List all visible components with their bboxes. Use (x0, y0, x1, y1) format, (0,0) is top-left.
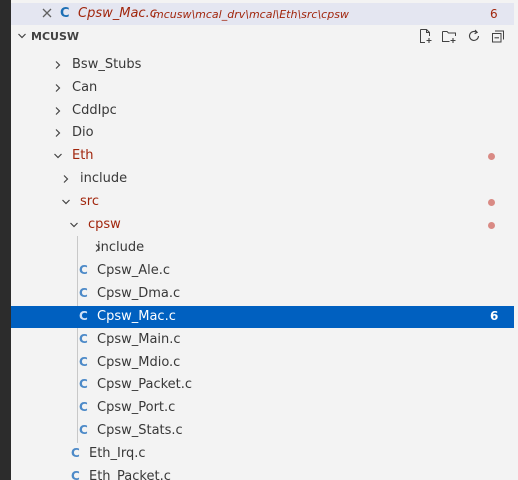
section-title: MCUSW (31, 30, 80, 43)
tree-folder-eth[interactable]: Eth (11, 145, 514, 167)
explorer-section-header[interactable]: MCUSW (11, 25, 514, 47)
c-file-icon: C (71, 446, 80, 460)
tree-folder-eth-include[interactable]: include (11, 168, 514, 190)
tree-item-label: Eth (72, 148, 94, 163)
tree-item-label: CddIpc (72, 103, 117, 118)
c-file-icon: C (71, 469, 80, 480)
c-file-icon: C (79, 423, 88, 437)
tree-file-cpsw-mdio[interactable]: C Cpsw_Mdio.c (11, 352, 514, 374)
tree-folder-cddipc[interactable]: CddIpc (11, 100, 514, 122)
activity-bar-edge (0, 0, 11, 480)
c-file-icon: C (79, 400, 88, 414)
tree-item-label: include (97, 240, 145, 255)
tree-item-label: Cpsw_Mac.c (97, 309, 176, 324)
close-icon[interactable] (39, 5, 55, 21)
chevron-down-icon (18, 33, 26, 39)
tree-item-label: Eth_Packet.c (89, 469, 171, 480)
tree-item-label: Bsw_Stubs (72, 57, 142, 72)
tree-file-cpsw-main[interactable]: C Cpsw_Main.c (11, 329, 514, 351)
tree-folder-src[interactable]: src (11, 191, 514, 213)
error-dot (488, 153, 495, 160)
c-file-icon: C (79, 355, 88, 369)
chevron-right-icon (55, 61, 61, 69)
chevron-down-icon (70, 222, 78, 228)
tree-folder-dio[interactable]: Dio (11, 122, 514, 144)
open-editor-filename: Cpsw_Mac.c (78, 6, 157, 21)
tree-item-label: cpsw (88, 217, 121, 232)
chevron-down-icon (54, 153, 62, 159)
tree-file-cpsw-ale[interactable]: C Cpsw_Ale.c (11, 260, 514, 282)
problems-count-badge: 6 (490, 7, 498, 21)
tree-file-eth-packet[interactable]: C Eth_Packet.c (11, 466, 514, 480)
problems-count-badge: 6 (490, 309, 499, 323)
chevron-down-icon (62, 199, 70, 205)
c-file-icon: C (60, 6, 70, 21)
tree-file-cpsw-mac[interactable]: C Cpsw_Mac.c 6 (11, 306, 514, 328)
chevron-right-icon (55, 129, 61, 137)
tree-folder-cpsw[interactable]: cpsw (11, 214, 514, 236)
new-file-icon[interactable] (417, 28, 433, 44)
scrollbar-track[interactable] (514, 0, 518, 480)
tree-item-label: Cpsw_Dma.c (97, 286, 181, 301)
tree-item-label: src (80, 194, 99, 209)
tree-file-cpsw-port[interactable]: C Cpsw_Port.c (11, 397, 514, 419)
refresh-icon[interactable] (466, 28, 482, 44)
new-folder-icon[interactable] (441, 28, 457, 44)
tree-folder-can[interactable]: Can (11, 77, 514, 99)
tree-item-label: Eth_Irq.c (89, 446, 146, 461)
c-file-icon: C (79, 286, 88, 300)
explorer-panel: C Cpsw_Mac.c mcusw\mcal_drv\mcal\Eth\src… (11, 0, 514, 480)
tree-item-label: Cpsw_Ale.c (97, 263, 171, 278)
tree-file-cpsw-stats[interactable]: C Cpsw_Stats.c (11, 420, 514, 442)
chevron-right-icon (55, 107, 61, 115)
tree-file-eth-irq[interactable]: C Eth_Irq.c (11, 443, 514, 465)
chevron-right-icon (63, 175, 69, 183)
tree-item-label: Cpsw_Port.c (97, 400, 176, 415)
tree-item-label: Cpsw_Stats.c (97, 423, 183, 438)
error-dot (488, 199, 495, 206)
open-editor-item[interactable]: C Cpsw_Mac.c mcusw\mcal_drv\mcal\Eth\src… (11, 3, 514, 25)
tree-item-label: Cpsw_Mdio.c (97, 355, 181, 370)
c-file-icon: C (79, 309, 88, 323)
tree-folder-cpsw-include[interactable]: include (11, 237, 514, 259)
tree-item-label: Can (72, 80, 98, 95)
error-dot (488, 222, 495, 229)
tree-item-label: include (80, 171, 128, 186)
tree-item-label: Dio (72, 125, 94, 140)
tree-file-cpsw-packet[interactable]: C Cpsw_Packet.c (11, 374, 514, 396)
tree-file-cpsw-dma[interactable]: C Cpsw_Dma.c (11, 283, 514, 305)
c-file-icon: C (79, 263, 88, 277)
tree-item-label: Cpsw_Main.c (97, 332, 181, 347)
open-editor-path: mcusw\mcal_drv\mcal\Eth\src\cpsw (153, 8, 349, 21)
tree-folder-bsw-stubs[interactable]: Bsw_Stubs (11, 54, 514, 76)
c-file-icon: C (79, 332, 88, 346)
chevron-right-icon (55, 84, 61, 92)
tree-item-label: Cpsw_Packet.c (97, 377, 193, 392)
collapse-all-icon[interactable] (490, 28, 506, 44)
c-file-icon: C (79, 377, 88, 391)
